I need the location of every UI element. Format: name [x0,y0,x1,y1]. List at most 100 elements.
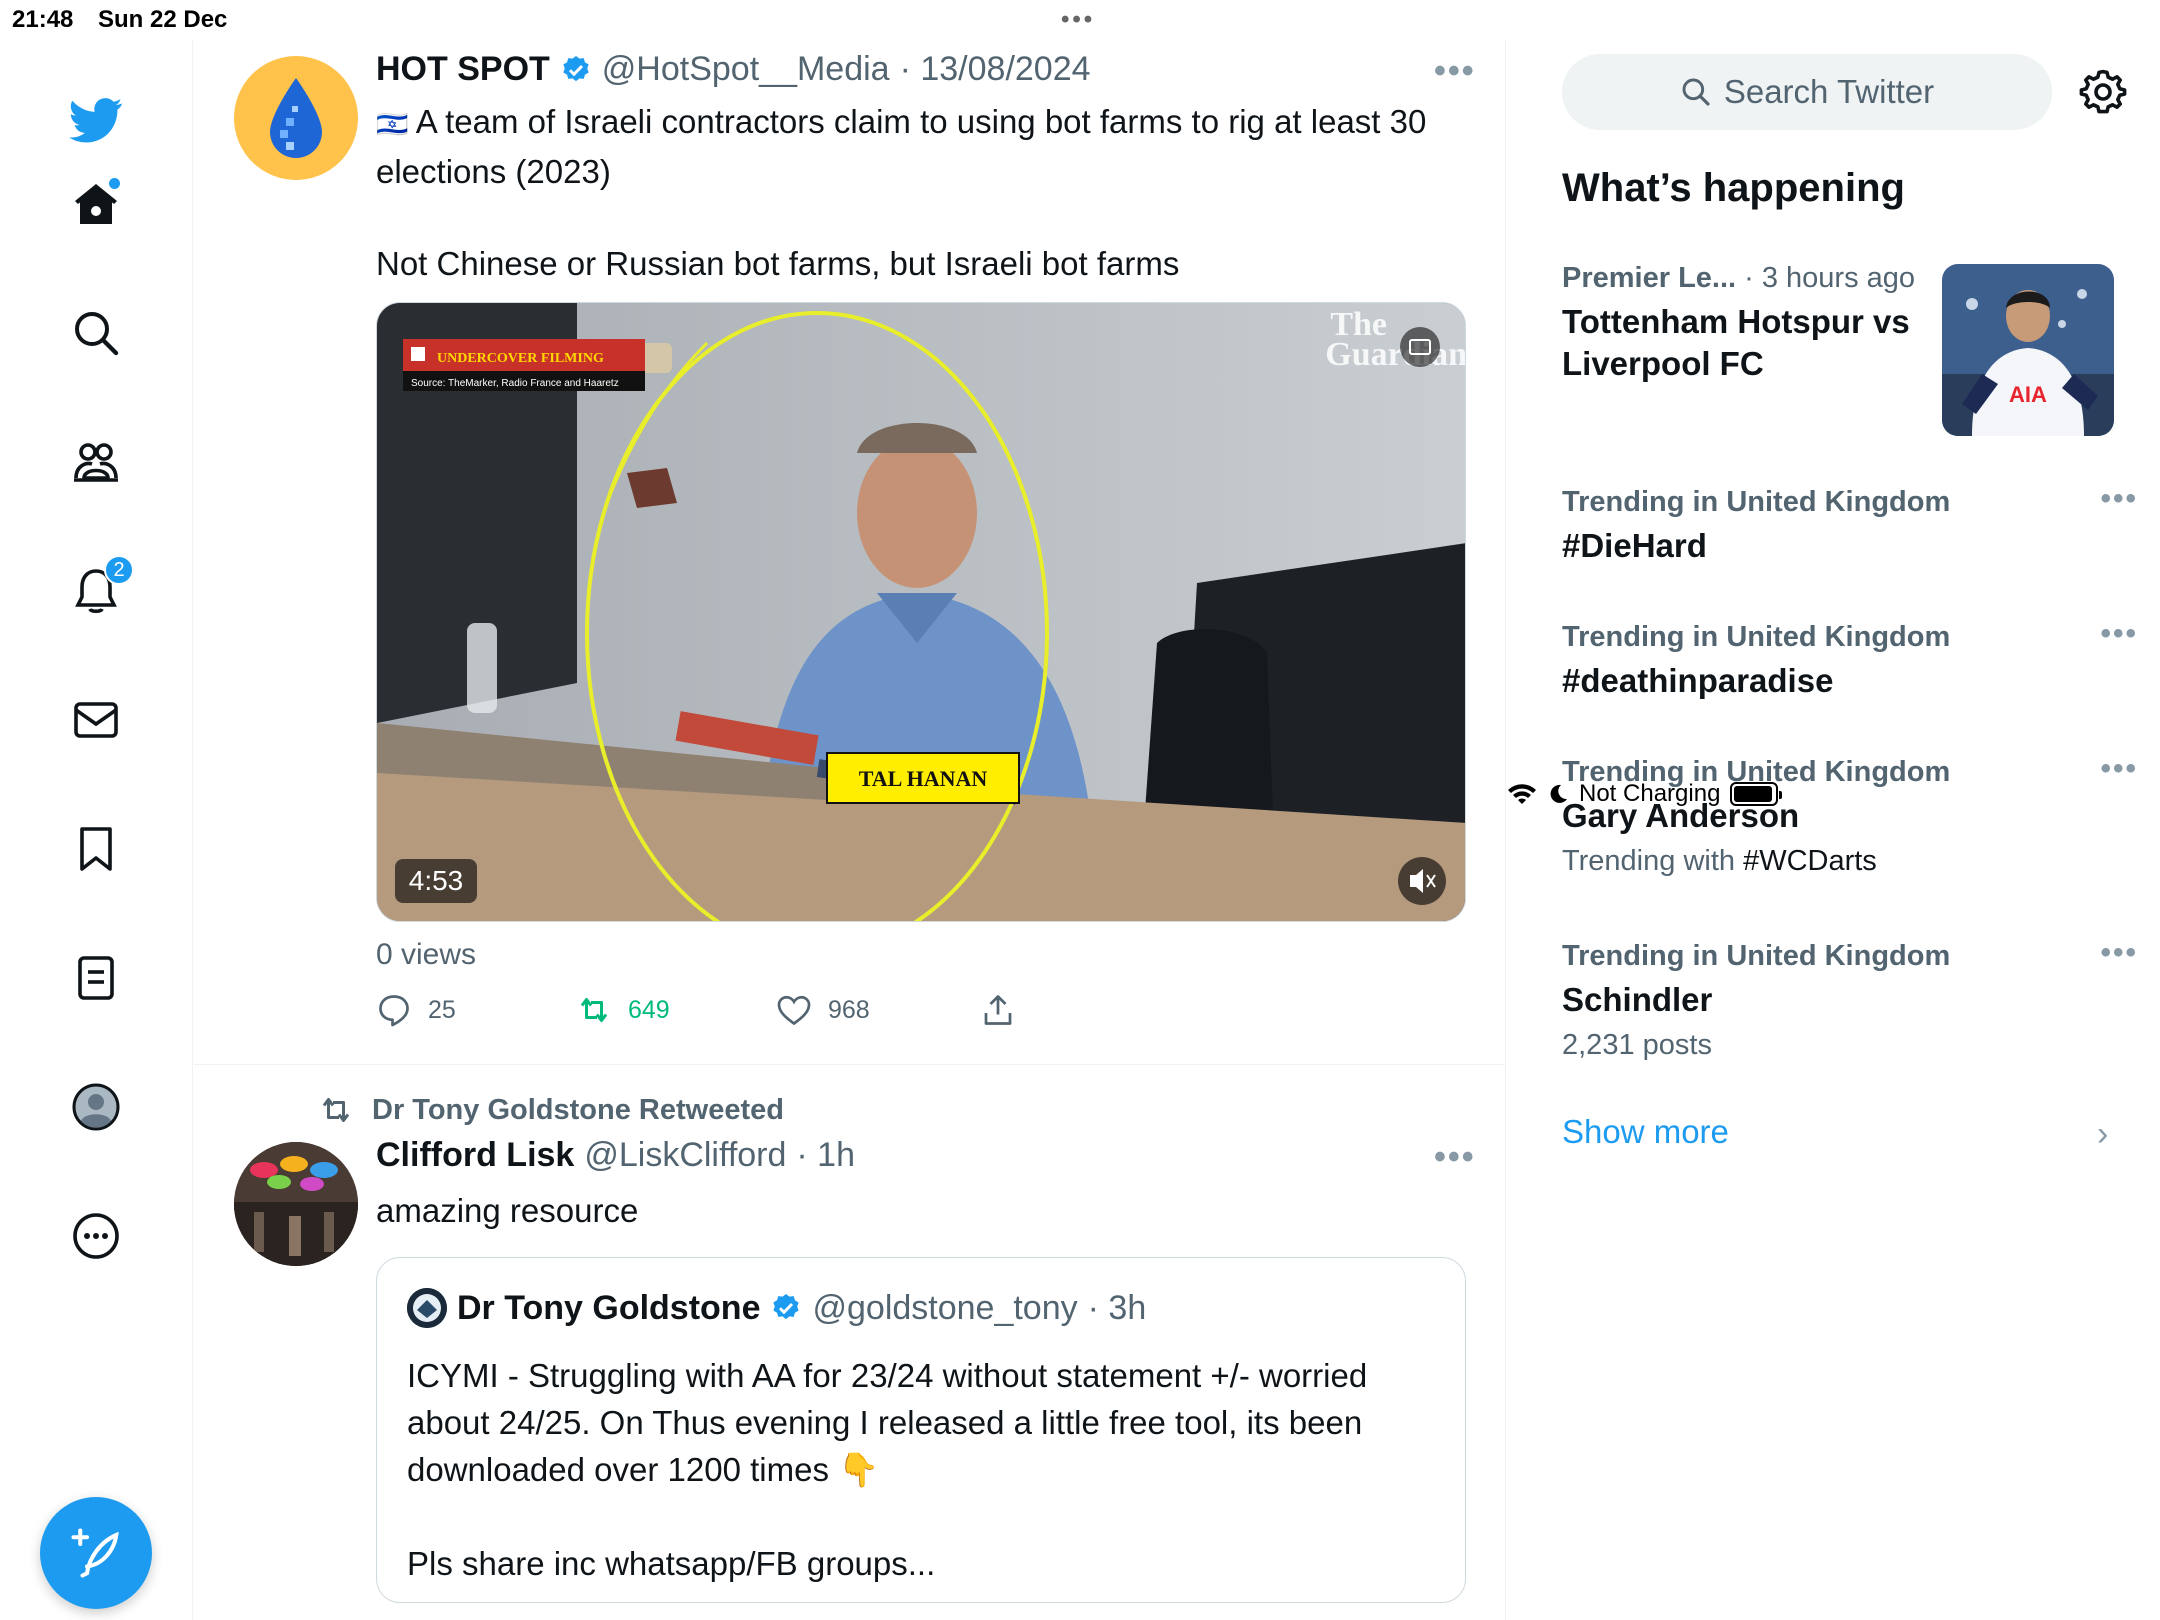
like-count: 968 [828,995,870,1024]
goldstone-avatar [407,1288,447,1328]
search-placeholder: Search Twitter [1723,73,1935,110]
point-down-emoji: 👇 [838,1451,880,1488]
tweet-more-button[interactable]: ••• [1434,52,1476,91]
tweet-more-button[interactable]: ••• [1434,1138,1476,1177]
show-more-link[interactable]: Show more [1562,1113,1729,1151]
mail-icon[interactable] [66,690,126,750]
quote-text-line1: ICYMI - Struggling with AA for 23/24 wit… [407,1357,1368,1488]
svg-text:AIA: AIA [2009,382,2047,407]
author-handle[interactable]: @LiskClifford [584,1136,786,1175]
author-name[interactable]: HOT SPOT [376,50,550,89]
trend-category: Trending in United Kingdom [1562,940,1951,972]
trend-category: Trending in United Kingdom [1562,756,1951,788]
right-sidebar: Search Twitter What’s happening Premier … [1507,40,2160,1620]
trend-more-button[interactable]: ••• [2100,936,2138,970]
trend-sub-prefix: Trending with [1562,845,1744,877]
trend-item[interactable]: Premier Le... · 3 hours ago Tottenham Ho… [1562,262,1942,385]
trend-title: Tottenham Hotspur vs Liverpool FC [1562,303,1910,382]
retweeted-by[interactable]: Dr Tony Goldstone Retweeted [372,1094,784,1127]
search-icon[interactable] [66,303,126,363]
trend-thumbnail[interactable]: AIA [1942,264,2114,436]
bookmark-icon[interactable] [66,819,126,879]
trend-more-button[interactable]: ••• [2100,482,2138,516]
like-button[interactable]: 968 [776,992,870,1028]
trend-more-button[interactable]: ••• [2100,617,2138,651]
notification-badge: 2 [104,555,134,585]
trend-category: Trending in United Kingdom [1562,621,1951,653]
multitasking-dots[interactable]: ••• [1061,6,1095,34]
quote-author-handle: @goldstone_tony [812,1288,1078,1327]
communities-icon[interactable] [66,432,126,492]
gear-icon[interactable] [2079,68,2127,116]
tweet-date[interactable]: · 13/08/2024 [900,50,1091,89]
status-bar: 21:48 Sun 22 Dec ••• Not Charging [0,0,2160,807]
retweet-context: Dr Tony Goldstone Retweeted [318,1092,784,1128]
tweet-text-line1: A team of Israeli contractors claim to u… [376,103,1427,190]
clock: 21:48 [12,6,74,33]
tweet-header: Clifford Lisk @LiskClifford · 1h [376,1136,855,1175]
compose-feather-icon [71,1528,119,1578]
source-credit: Source: TheMarker, Radio France and Haar… [411,378,619,389]
search-icon [1682,78,1710,106]
trend-item[interactable]: Trending in United Kingdom #deathinparad… [1562,617,2136,702]
author-handle[interactable]: @HotSpot__Media [602,50,890,89]
author-name[interactable]: Clifford Lisk [376,1136,574,1175]
more-circle-icon[interactable] [66,1206,126,1266]
tweet-divider [194,1064,1505,1065]
reply-button[interactable]: 25 [376,992,456,1028]
search-input[interactable]: Search Twitter [1562,54,2052,130]
trend-title: Schindler [1562,981,1713,1018]
trend-subtitle: Trending with #WCDarts [1562,845,2122,878]
hotspot-avatar[interactable] [234,56,358,180]
tweet-text: 🇮🇱 A team of Israeli contractors claim t… [376,98,1456,195]
home-unread-dot [109,178,120,189]
tweet-time[interactable]: · 1h [796,1136,855,1175]
avatar-icon[interactable] [66,1077,126,1137]
tweet-text-line2: Not Chinese or Russian bot farms, but Is… [376,245,1180,282]
tweet-text: amazing resource [376,1192,639,1229]
trend-more-button[interactable]: ••• [2100,752,2138,786]
trend-item[interactable]: Trending in United Kingdom Gary Anderson… [1562,752,2136,878]
quote-author-name: Dr Tony Goldstone [457,1288,761,1327]
retweet-count: 649 [628,995,670,1024]
quote-text: ICYMI - Struggling with AA for 23/24 wit… [407,1352,1447,1587]
view-count: 0 views [376,938,477,971]
quoted-tweet[interactable]: Dr Tony Goldstone @goldstone_tony · 3h I… [376,1257,1466,1603]
chevron-right-icon: › [2097,1115,2109,1153]
tweet-hotspot[interactable]: HOT SPOT @HotSpot__Media · 13/08/2024 ••… [194,40,1505,1065]
reply-icon [379,995,409,1027]
quote-text-line2: Pls share inc whatsapp/FB groups... [407,1545,936,1582]
quote-header: Dr Tony Goldstone @goldstone_tony · 3h [407,1288,1146,1328]
retweet-icon [580,998,608,1022]
list-icon[interactable] [66,948,126,1008]
captions-icon[interactable] [1400,327,1440,367]
compose-button[interactable] [40,1497,152,1609]
sidebar: 2 [0,40,193,1620]
video-caption: TAL HANAN [859,766,988,791]
whats-happening-title: What’s happening [1562,166,1905,210]
watermark-line2: Guardian [1325,336,1466,373]
trend-category: Premier Le... [1562,262,1737,294]
tweet-header: HOT SPOT @HotSpot__Media · 13/08/2024 [376,50,1091,89]
trend-post-count: 2,231 posts [1562,1029,1712,1061]
trend-category: Trending in United Kingdom [1562,486,1951,518]
share-button[interactable] [980,992,1016,1028]
trend-item[interactable]: Trending in United Kingdom Schindler 2,2… [1562,936,2136,1062]
verified-badge-icon [563,55,589,81]
trend-title: #deathinparadise [1562,662,1834,699]
trend-title: #DieHard [1562,527,1707,564]
clifford-avatar[interactable] [234,1142,358,1266]
trend-time: · 3 hours ago [1736,262,1916,294]
twitter-bird-icon[interactable] [66,90,126,150]
bell-icon[interactable]: 2 [66,555,134,621]
timeline[interactable]: HOT SPOT @HotSpot__Media · 13/08/2024 ••… [194,40,1506,1620]
trend-hashtag-link[interactable]: #WCDarts [1743,845,1877,877]
tweet-actions: 25 649 968 [376,992,1096,1032]
undercover-banner: UNDERCOVER FILMING [437,351,604,366]
tweet-video[interactable]: UNDERCOVER FILMING Source: TheMarker, Ra… [376,302,1466,922]
trend-item[interactable]: Trending in United Kingdom #DieHard ••• [1562,482,2136,567]
israel-flag-emoji: 🇮🇱 [376,109,409,139]
home-icon[interactable] [66,174,126,234]
retweet-button[interactable]: 649 [576,992,670,1028]
reply-count: 25 [428,995,456,1024]
